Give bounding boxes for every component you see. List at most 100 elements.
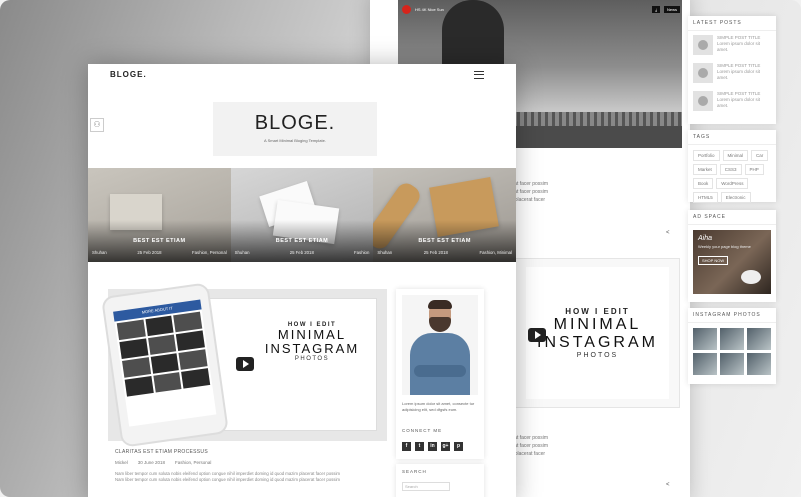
linkedin-icon[interactable]: in — [428, 442, 437, 451]
tag[interactable]: Electronic — [720, 192, 751, 203]
slide-title[interactable]: BEST EST ETIAM — [88, 238, 231, 244]
instagram-photo[interactable] — [693, 353, 717, 375]
latest-post-item[interactable]: SIMPLE POST TITLE Lorem ipsum dolor sit a… — [688, 87, 776, 115]
widget-title: INSTAGRAM PHOTOS — [688, 308, 776, 323]
post-thumbnail[interactable] — [693, 35, 713, 55]
slide-category[interactable]: Fashion — [354, 250, 369, 255]
back-card-big1: MINIMAL — [553, 316, 642, 333]
ad-brand: Aiha — [698, 235, 713, 242]
site-logo[interactable]: BLOGE. A Smart Minimal Bloging Template. — [213, 102, 377, 156]
instagram-photo[interactable] — [693, 328, 717, 350]
post-thumbnail[interactable] — [693, 63, 713, 83]
instagram-photo[interactable] — [720, 328, 744, 350]
top-nav: BLOGE. — [88, 64, 516, 86]
post-author[interactable]: Mickel — [115, 460, 128, 465]
tag[interactable]: CSS3 — [719, 164, 742, 175]
video-title[interactable]: HS 4K Nice Sun — [415, 7, 444, 12]
author-bio: Lorem ipsum dolor sit amet, consecte tur… — [402, 401, 475, 412]
nav-logo[interactable]: BLOGE. — [110, 70, 147, 79]
youtube-icon[interactable] — [402, 4, 411, 14]
search-input[interactable]: Search — [402, 482, 450, 491]
tag[interactable]: Book — [693, 178, 714, 189]
latest-post-text: Lorem ipsum dolor sit amet. — [717, 41, 761, 52]
back-post-card-inner: HOW I EDIT MINIMAL INSTAGRAM PHOTOS — [526, 267, 669, 399]
instagram-photo[interactable] — [720, 353, 744, 375]
slide-category[interactable]: Fashion, Minimal — [480, 250, 512, 255]
play-icon[interactable] — [236, 357, 254, 371]
instagram-grid — [688, 323, 776, 380]
hamburger-menu-icon[interactable] — [474, 71, 484, 79]
slide-meta: Shuhan 25 Feb 2018 Fashion — [235, 250, 370, 255]
post-thumbnail[interactable] — [693, 91, 713, 111]
tag[interactable]: HTML5 — [693, 192, 718, 203]
post-title[interactable]: CLARITAS EST ETIAM PROCESSUS — [115, 449, 208, 455]
tag-list: Portfolio Minimal Car Market CSS3 PHP Bo… — [688, 145, 776, 208]
widget-title: LATEST POSTS — [688, 16, 776, 31]
watch-later-icon[interactable]: ⤓ — [652, 5, 660, 13]
video-bar: HS 4K Nice Sun ⤓ News — [402, 4, 680, 14]
slide-title[interactable]: BEST EST ETIAM — [373, 238, 516, 244]
ad-space-widget: AD SPACE Aiha Weekly your page blog them… — [688, 210, 776, 302]
play-icon[interactable] — [528, 328, 546, 342]
latest-post-item[interactable]: SIMPLE POST TITLE Lorem ipsum dolor sit a… — [688, 31, 776, 59]
phone-screen: MORE ABOUT IT — [113, 299, 217, 427]
phone-mockup: MORE ABOUT IT — [100, 282, 230, 448]
ad-shop-button[interactable]: SHOP NOW — [698, 256, 729, 265]
tag[interactable]: Portfolio — [693, 150, 720, 161]
slide[interactable]: BEST EST ETIAM Shuhan 25 Feb 2018 Fashio… — [373, 168, 517, 262]
widget-title: TAGS — [688, 130, 776, 145]
instagram-photo[interactable] — [747, 328, 771, 350]
tag[interactable]: Car — [751, 150, 769, 161]
post-image-photos: PHOTOS — [294, 356, 330, 362]
slide-category[interactable]: Fashion, Personal — [192, 250, 227, 255]
back-card-big2: INSTAGRAM — [537, 334, 658, 351]
post-date: 30 June 2018 — [137, 460, 166, 465]
post-image-big2: INSTAGRAM — [264, 341, 360, 356]
slide-date: 25 Feb 2018 — [137, 250, 162, 255]
featured-slider: BEST EST ETIAM Shuhan 25 Feb 2018 Fashio… — [88, 168, 517, 262]
google-plus-icon[interactable]: g+ — [441, 442, 450, 451]
tag[interactable]: Minimal — [722, 150, 749, 161]
latest-posts-widget: LATEST POSTS SIMPLE POST TITLE Lorem ipsu… — [688, 16, 776, 124]
share-icon[interactable]: < — [666, 482, 670, 488]
instagram-widget: INSTAGRAM PHOTOS — [688, 308, 776, 384]
post-category[interactable]: Fashion, Personal — [175, 460, 211, 465]
coffee-cup-icon — [741, 270, 761, 284]
slide-date: 25 Feb 2018 — [423, 250, 448, 255]
slide[interactable]: BEST EST ETIAM Shuhan 25 Feb 2018 Fashio… — [88, 168, 231, 262]
logo-text: BLOGE. — [254, 112, 336, 134]
ad-subtitle: Weekly your page blog theme — [698, 244, 751, 249]
front-page-preview: BLOGE. ⚇ BLOGE. A Smart Minimal Bloging … — [88, 64, 517, 497]
slide-title[interactable]: BEST EST ETIAM — [231, 238, 374, 244]
post-image[interactable]: MORE ABOUT IT HOW I EDIT MINIMAL INSTAGR… — [100, 282, 387, 448]
share-icon[interactable]: < — [666, 230, 670, 236]
author-avatar — [402, 295, 478, 395]
connect-title: CONNECT ME — [402, 428, 443, 433]
pinterest-icon[interactable]: p — [454, 442, 463, 451]
twitter-icon[interactable]: t — [415, 442, 424, 451]
post-meta: Mickel 30 June 2018 Fashion, Personal — [115, 460, 211, 465]
tags-widget: TAGS Portfolio Minimal Car Market CSS3 P… — [688, 130, 776, 203]
slide-author[interactable]: Shuhan — [92, 250, 107, 255]
screenshot-stage: HS 4K Nice Sun ⤓ News r conque nibh Impe… — [0, 0, 801, 497]
ad-banner[interactable]: Aiha Weekly your page blog theme SHOP NO… — [693, 230, 771, 294]
slide-author[interactable]: Shuhan — [377, 250, 392, 255]
author-widget: Lorem ipsum dolor sit amet, consecte tur… — [396, 289, 484, 459]
slide-author[interactable]: Shuhan — [235, 250, 250, 255]
widget-title: AD SPACE — [688, 210, 776, 225]
slide[interactable]: BEST EST ETIAM Shuhan 25 Feb 2018 Fashio… — [230, 168, 374, 262]
tag[interactable]: PHP — [744, 164, 764, 175]
post-excerpt: Nam liber tempor cum soluta nobis eleife… — [115, 471, 340, 482]
tag[interactable]: WordPress — [716, 178, 749, 189]
share-video-button[interactable]: News — [663, 5, 680, 13]
post-image-text: HOW I EDIT MINIMAL INSTAGRAM PHOTOS — [242, 322, 382, 362]
social-links: f t in g+ p — [402, 442, 463, 451]
latest-post-text: Lorem ipsum dolor sit amet. — [717, 69, 761, 80]
slide-meta: Shuhan 25 Feb 2018 Fashion, Minimal — [377, 250, 512, 255]
search-title: SEARCH — [402, 469, 427, 474]
latest-post-item[interactable]: SIMPLE POST TITLE Lorem ipsum dolor sit a… — [688, 59, 776, 87]
user-icon[interactable]: ⚇ — [90, 118, 104, 132]
tag[interactable]: Market — [693, 164, 717, 175]
instagram-photo[interactable] — [747, 353, 771, 375]
facebook-icon[interactable]: f — [402, 442, 411, 451]
